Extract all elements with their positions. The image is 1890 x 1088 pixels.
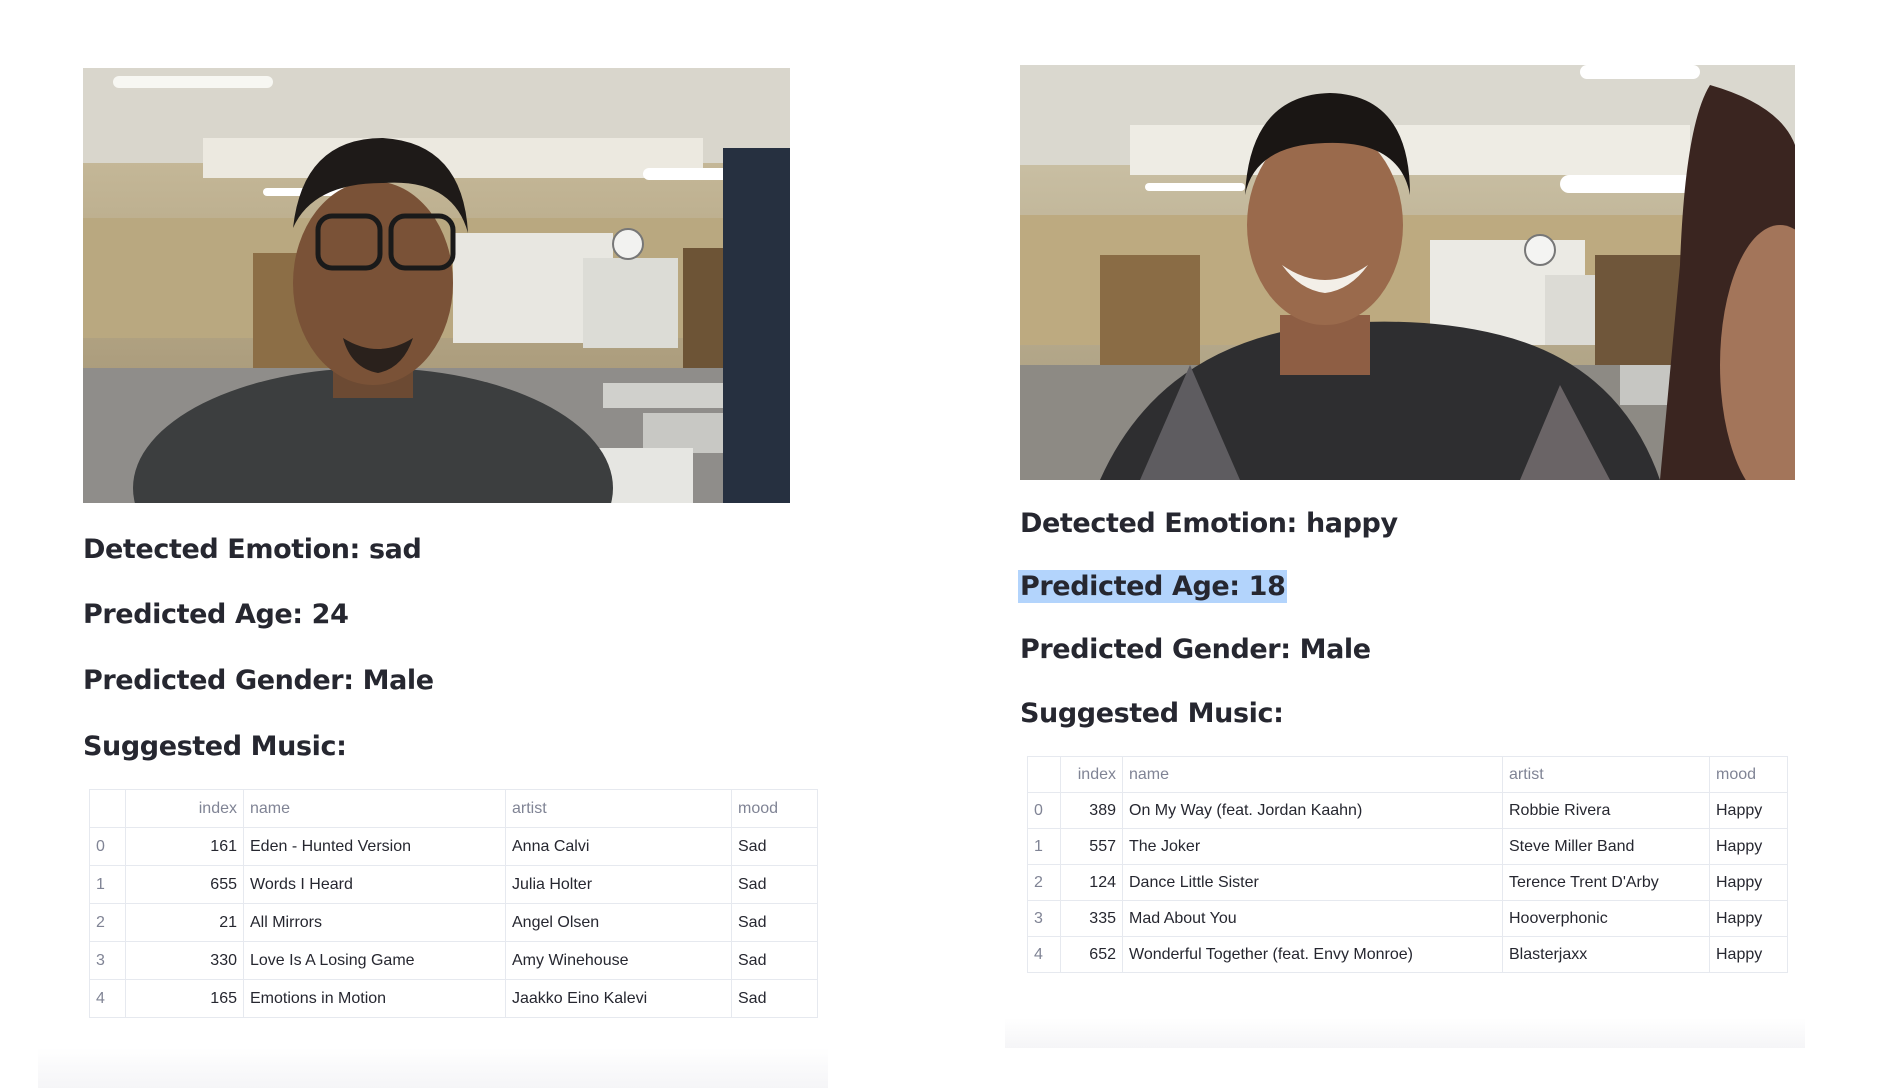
table-bottom-fade [1005,1018,1805,1048]
song-name-cell[interactable]: Wonderful Together (feat. Envy Monroe) [1122,936,1503,973]
predicted-gender-text: Predicted Gender: Male [83,665,434,696]
artist-cell[interactable]: Steve Miller Band [1502,828,1710,865]
artist-cell[interactable]: Anna Calvi [505,827,732,866]
suggested-music-table[interactable]: index name artist mood 0 161 Eden - Hunt… [89,789,818,1018]
mood-cell[interactable]: Happy [1709,936,1788,973]
predicted-age-text: Predicted Age: 18 [1018,570,1288,603]
row-index-cell: 2 [89,903,126,942]
song-name-cell[interactable]: Words I Heard [243,865,506,904]
row-index-header [89,789,126,828]
mood-cell[interactable]: Happy [1709,792,1788,829]
index-cell[interactable]: 21 [125,903,244,942]
song-name-cell[interactable]: Dance Little Sister [1122,864,1503,901]
table-row: 0 161 Eden - Hunted Version Anna Calvi S… [89,827,818,866]
row-index-cell: 4 [89,979,126,1018]
column-header-name[interactable]: name [243,789,506,828]
song-name-cell[interactable]: Emotions in Motion [243,979,506,1018]
column-header-artist[interactable]: artist [1502,756,1710,793]
webcam-snapshot-image [83,68,790,503]
table-bottom-fade [38,1048,828,1088]
column-header-artist[interactable]: artist [505,789,732,828]
song-name-cell[interactable]: Love Is A Losing Game [243,941,506,980]
column-header-mood[interactable]: mood [1709,756,1788,793]
row-index-cell: 0 [1027,792,1061,829]
table-header-row: index name artist mood [89,789,818,828]
table-row: 3 330 Love Is A Losing Game Amy Winehous… [89,941,818,980]
suggested-music-heading: Suggested Music: [1020,698,1284,729]
column-header-index[interactable]: index [125,789,244,828]
song-name-cell[interactable]: The Joker [1122,828,1503,865]
mood-cell[interactable]: Sad [731,903,818,942]
row-index-cell: 1 [89,865,126,904]
row-index-cell: 1 [1027,828,1061,865]
index-cell[interactable]: 124 [1060,864,1123,901]
table-row: 4 165 Emotions in Motion Jaakko Eino Kal… [89,979,818,1018]
artist-cell[interactable]: Angel Olsen [505,903,732,942]
index-cell[interactable]: 161 [125,827,244,866]
artist-cell[interactable]: Jaakko Eino Kalevi [505,979,732,1018]
row-index-cell: 3 [89,941,126,980]
index-cell[interactable]: 335 [1060,900,1123,937]
song-name-cell[interactable]: Mad About You [1122,900,1503,937]
suggested-music-table[interactable]: index name artist mood 0 389 On My Way (… [1027,756,1788,973]
artist-cell[interactable]: Amy Winehouse [505,941,732,980]
row-index-cell: 3 [1027,900,1061,937]
mood-cell[interactable]: Happy [1709,864,1788,901]
artist-cell[interactable]: Blasterjaxx [1502,936,1710,973]
row-index-cell: 2 [1027,864,1061,901]
column-header-mood[interactable]: mood [731,789,818,828]
mood-cell[interactable]: Sad [731,941,818,980]
webcam-snapshot-image [1020,65,1795,480]
detected-emotion-text: Detected Emotion: happy [1020,508,1398,539]
mood-cell[interactable]: Sad [731,979,818,1018]
selection-highlight: Predicted Age: 18 [1018,570,1288,603]
index-cell[interactable]: 655 [125,865,244,904]
song-name-cell[interactable]: Eden - Hunted Version [243,827,506,866]
result-panel-left: Detected Emotion: sad Predicted Age: 24 … [38,68,828,1088]
mood-cell[interactable]: Happy [1709,900,1788,937]
artist-cell[interactable]: Terence Trent D'Arby [1502,864,1710,901]
index-cell[interactable]: 557 [1060,828,1123,865]
index-cell[interactable]: 652 [1060,936,1123,973]
table-row: 2 124 Dance Little Sister Terence Trent … [1027,864,1788,901]
mood-cell[interactable]: Happy [1709,828,1788,865]
row-index-cell: 4 [1027,936,1061,973]
song-name-cell[interactable]: All Mirrors [243,903,506,942]
table-row: 0 389 On My Way (feat. Jordan Kaahn) Rob… [1027,792,1788,829]
index-cell[interactable]: 330 [125,941,244,980]
table-header-row: index name artist mood [1027,756,1788,793]
detected-emotion-text: Detected Emotion: sad [83,534,422,565]
artist-cell[interactable]: Julia Holter [505,865,732,904]
table-row: 3 335 Mad About You Hooverphonic Happy [1027,900,1788,937]
artist-cell[interactable]: Robbie Rivera [1502,792,1710,829]
index-cell[interactable]: 165 [125,979,244,1018]
song-name-cell[interactable]: On My Way (feat. Jordan Kaahn) [1122,792,1503,829]
mood-cell[interactable]: Sad [731,827,818,866]
index-cell[interactable]: 389 [1060,792,1123,829]
predicted-gender-text: Predicted Gender: Male [1020,634,1371,665]
column-header-name[interactable]: name [1122,756,1503,793]
column-header-index[interactable]: index [1060,756,1123,793]
predicted-age-text: Predicted Age: 24 [83,599,349,630]
mood-cell[interactable]: Sad [731,865,818,904]
table-row: 2 21 All Mirrors Angel Olsen Sad [89,903,818,942]
suggested-music-heading: Suggested Music: [83,731,347,762]
row-index-cell: 0 [89,827,126,866]
table-row: 1 557 The Joker Steve Miller Band Happy [1027,828,1788,865]
table-row: 4 652 Wonderful Together (feat. Envy Mon… [1027,936,1788,973]
artist-cell[interactable]: Hooverphonic [1502,900,1710,937]
row-index-header [1027,756,1061,793]
result-panel-right: Detected Emotion: happy Predicted Age: 1… [1005,65,1805,1048]
table-row: 1 655 Words I Heard Julia Holter Sad [89,865,818,904]
